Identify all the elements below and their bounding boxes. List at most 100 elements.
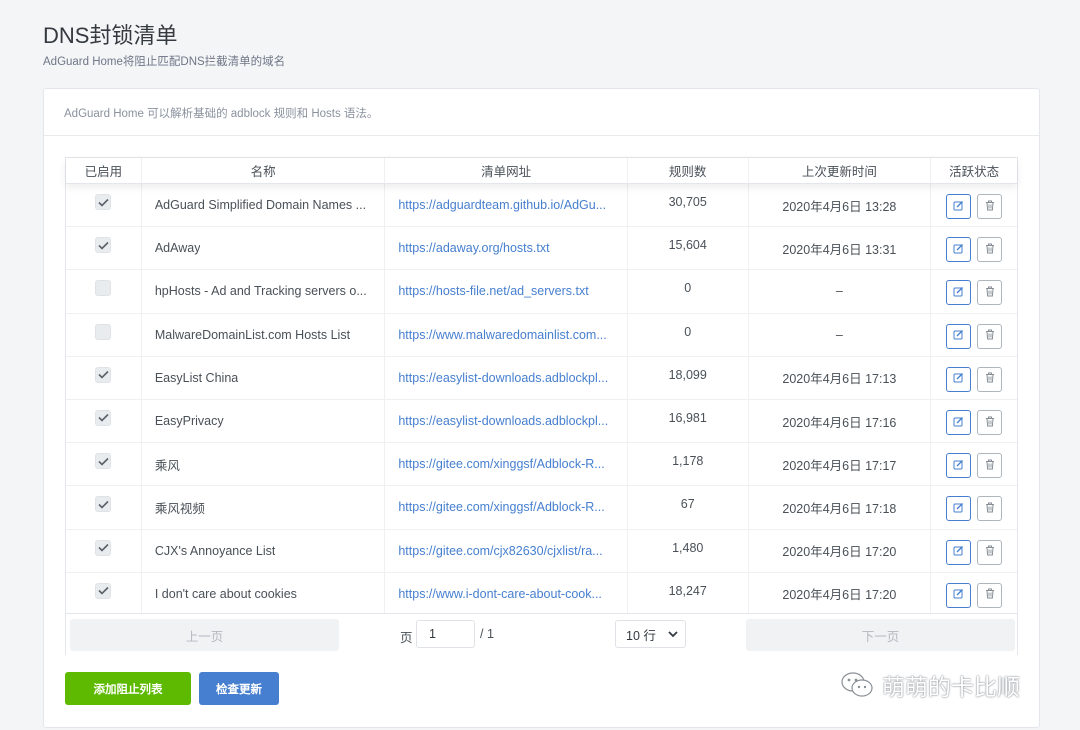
trash-icon (985, 200, 995, 214)
list-name: AdGuard Simplified Domain Names ... (154, 198, 367, 213)
delete-button[interactable] (977, 539, 1003, 565)
edit-icon (953, 459, 964, 473)
table-row: I don't care about cookies https://www.i-… (66, 572, 1017, 616)
edit-button[interactable] (946, 410, 972, 436)
trash-icon (985, 588, 995, 602)
rules-count: 0 (628, 313, 749, 356)
status-cell (931, 227, 1017, 269)
list-url-link[interactable]: https://adguardteam.github.io/AdGu... (398, 198, 606, 212)
status-cell (931, 314, 1017, 356)
blocklist-table: 已启用 名称 清单网址 规则数 上次更新时间 活跃状态 AdGuard Simp… (65, 157, 1018, 655)
page-number-input[interactable] (416, 620, 475, 648)
edit-button[interactable] (946, 496, 972, 522)
url-cell: https://easylist-downloads.adblockpl... (385, 399, 628, 443)
name-cell: I don't care about cookies (142, 572, 386, 615)
url-cell: https://gitee.com/xinggsf/Adblock-R... (385, 443, 628, 486)
trash-icon (985, 416, 995, 430)
list-url-link[interactable]: https://easylist-downloads.adblockpl... (398, 414, 608, 428)
list-name: I don't care about cookies (154, 586, 297, 601)
url-cell: https://adaway.org/hosts.txt (385, 227, 628, 270)
enabled-checkbox[interactable] (95, 280, 112, 297)
list-url-link[interactable]: https://gitee.com/xinggsf/Adblock-R... (398, 457, 604, 471)
column-header-status[interactable]: 活跃状态 (931, 158, 1017, 183)
enabled-cell (66, 313, 142, 356)
enabled-checkbox[interactable] (95, 453, 112, 470)
delete-button[interactable] (977, 280, 1003, 306)
list-name: CJX's Annoyance List (154, 543, 276, 558)
page-subtitle: AdGuard Home将阻止匹配DNS拦截清单的域名 (43, 56, 286, 68)
enabled-checkbox[interactable] (95, 366, 112, 383)
list-url-link[interactable]: https://gitee.com/cjx82630/cjxlist/ra... (398, 544, 602, 558)
edit-button[interactable] (946, 539, 972, 565)
check-icon (98, 371, 109, 379)
check-updates-button[interactable]: 检查更新 (199, 672, 279, 705)
enabled-checkbox[interactable] (95, 539, 112, 556)
page-title: DNS封锁清单 (43, 23, 178, 48)
url-cell: https://www.i-dont-care-about-cook... (385, 572, 628, 615)
delete-button[interactable] (977, 237, 1003, 263)
edit-button[interactable] (946, 366, 972, 392)
edit-button[interactable] (946, 280, 972, 306)
name-cell: 乘风视频 (142, 486, 386, 529)
enabled-checkbox[interactable] (95, 237, 112, 254)
name-cell: EasyPrivacy (142, 399, 386, 443)
list-url-link[interactable]: https://gitee.com/xinggsf/Adblock-R... (398, 500, 604, 514)
edit-icon (953, 588, 964, 602)
next-page-button[interactable]: 下一页 (746, 619, 1015, 651)
edit-icon (953, 416, 964, 430)
edit-icon (953, 545, 964, 559)
delete-button[interactable] (977, 366, 1003, 392)
edit-button[interactable] (946, 194, 972, 220)
delete-button[interactable] (977, 453, 1003, 479)
list-name: 乘风视频 (154, 501, 205, 516)
page-total: / 1 (480, 627, 494, 641)
rules-count: 18,247 (628, 572, 749, 615)
column-header-updated[interactable]: 上次更新时间 (749, 158, 932, 183)
status-cell (931, 486, 1017, 528)
enabled-cell (66, 184, 142, 227)
column-header-url[interactable]: 清单网址 (385, 158, 628, 183)
enabled-checkbox[interactable] (95, 194, 112, 210)
enabled-cell (66, 486, 142, 529)
column-header-enabled[interactable]: 已启用 (66, 158, 142, 183)
name-cell: EasyList China (142, 356, 386, 399)
enabled-checkbox[interactable] (95, 323, 112, 340)
add-blocklist-button[interactable]: 添加阻止列表 (65, 672, 191, 705)
watermark-text: 萌萌的卡比顺 (882, 674, 1020, 700)
status-cell (931, 400, 1017, 442)
list-url-link[interactable]: https://easylist-downloads.adblockpl... (398, 371, 608, 385)
rules-count: 18,099 (628, 356, 749, 399)
list-url-link[interactable]: https://www.malwaredomainlist.com... (398, 328, 606, 342)
delete-button[interactable] (977, 410, 1003, 436)
last-updated: 2020年4月6日 13:28 (749, 184, 932, 227)
list-url-link[interactable]: https://hosts-file.net/ad_servers.txt (398, 284, 588, 298)
edit-button[interactable] (946, 237, 972, 263)
prev-page-button[interactable]: 上一页 (70, 619, 339, 651)
edit-button[interactable] (946, 453, 972, 479)
page-size-select[interactable]: 10 行 (615, 620, 686, 648)
delete-button[interactable] (977, 323, 1003, 349)
rules-count: 0 (628, 270, 749, 313)
column-header-name[interactable]: 名称 (142, 158, 386, 183)
list-url-link[interactable]: https://www.i-dont-care-about-cook... (398, 587, 602, 601)
last-updated: 2020年4月6日 13:31 (749, 227, 932, 270)
trash-icon (985, 329, 995, 343)
column-header-rules[interactable]: 规则数 (628, 158, 749, 183)
enabled-checkbox[interactable] (95, 496, 112, 513)
edit-button[interactable] (946, 323, 972, 349)
enabled-checkbox[interactable] (95, 582, 112, 599)
delete-button[interactable] (977, 496, 1003, 522)
last-updated: 2020年4月6日 17:20 (749, 572, 932, 615)
wechat-icon (841, 672, 873, 697)
trash-icon (985, 286, 995, 300)
list-url-link[interactable]: https://adaway.org/hosts.txt (398, 241, 549, 255)
delete-button[interactable] (977, 194, 1003, 220)
status-cell (931, 573, 1017, 615)
delete-button[interactable] (977, 582, 1003, 608)
name-cell: CJX's Annoyance List (142, 529, 386, 572)
enabled-checkbox[interactable] (95, 409, 112, 426)
page-size-value: 10 行 (626, 628, 656, 643)
pagination: 上一页 页 / 1 10 行 下一页 (66, 613, 1017, 655)
edit-button[interactable] (946, 582, 972, 608)
enabled-cell (66, 227, 142, 270)
